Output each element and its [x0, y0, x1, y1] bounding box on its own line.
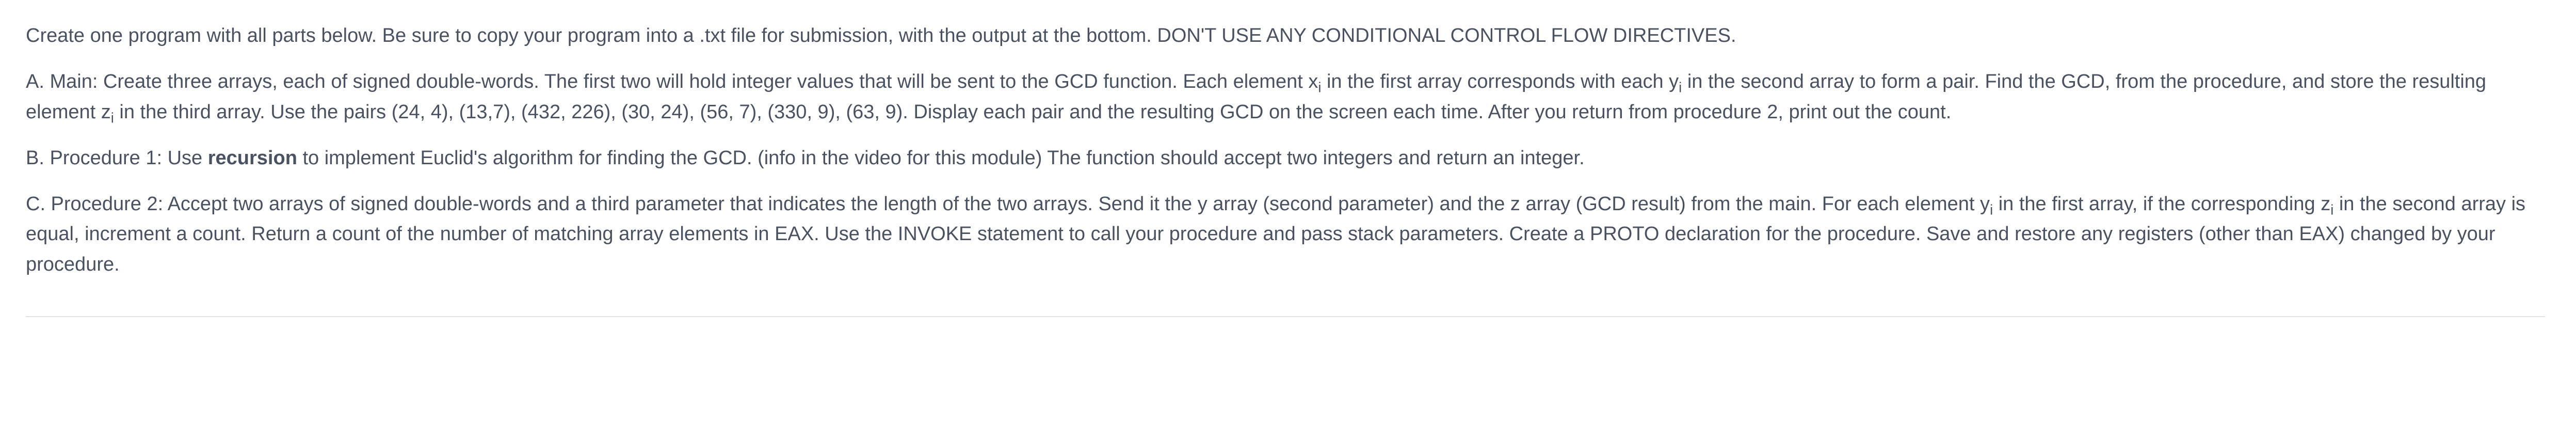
- part-a-tail: in the third array. Use the pairs (24, 4…: [114, 101, 1951, 123]
- assignment-document: Create one program with all parts below.…: [0, 0, 2576, 348]
- part-b-paragraph: B. Procedure 1: Use recursion to impleme…: [26, 143, 2545, 174]
- part-b-bold: recursion: [208, 147, 297, 169]
- part-a-lead: A. Main: Create three arrays, each of si…: [26, 71, 1318, 92]
- divider: [26, 316, 2545, 317]
- intro-text: Create one program with all parts below.…: [26, 25, 1736, 46]
- part-a-paragraph: A. Main: Create three arrays, each of si…: [26, 67, 2545, 128]
- part-c-lead: C. Procedure 2: Accept two arrays of sig…: [26, 193, 1990, 215]
- part-b-lead: B. Procedure 1: Use: [26, 147, 208, 169]
- part-c-paragraph: C. Procedure 2: Accept two arrays of sig…: [26, 189, 2545, 280]
- intro-paragraph: Create one program with all parts below.…: [26, 21, 2545, 51]
- part-c-mid1: in the first array, if the corresponding…: [1993, 193, 2330, 215]
- part-b-tail: to implement Euclid's algorithm for find…: [297, 147, 1585, 169]
- part-a-mid1: in the first array corresponds with each…: [1321, 71, 1679, 92]
